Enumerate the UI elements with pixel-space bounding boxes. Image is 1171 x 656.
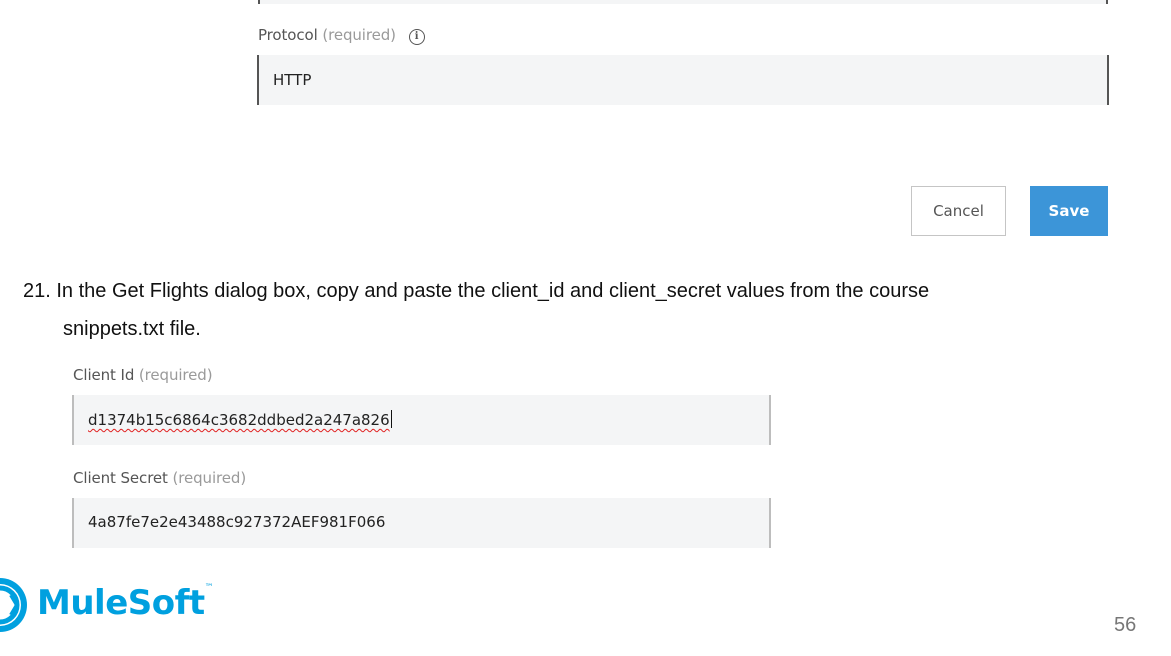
client-secret-input-value: 4a87fe7e2e43488c927372AEF981F066 [88, 513, 386, 531]
protocol-label-text: Protocol [258, 26, 318, 44]
info-icon[interactable]: i [408, 29, 425, 45]
instruction-line-1: 21. In the Get Flights dialog box, copy … [23, 272, 1143, 310]
protocol-input-value: HTTP [273, 71, 312, 89]
client-secret-input[interactable]: 4a87fe7e2e43488c927372AEF981F066 [72, 498, 771, 548]
client-secret-label-text: Client Secret [73, 469, 168, 487]
logo-wordmark: MuleSoft [37, 583, 205, 623]
cancel-button[interactable]: Cancel [911, 186, 1006, 236]
logo-trademark: ™ [204, 583, 214, 593]
client-id-input-content: d1374b15c6864c3682ddbed2a247a826 [88, 410, 392, 429]
protocol-required-hint: (required) [322, 26, 396, 44]
save-button[interactable]: Save [1030, 186, 1108, 236]
instruction-text-1: In the Get Flights dialog box, copy and … [56, 280, 930, 302]
page-number: 56 [1114, 614, 1137, 636]
client-id-required-hint: (required) [138, 366, 213, 384]
protocol-input[interactable]: HTTP [257, 55, 1109, 105]
client-id-input-value: d1374b15c6864c3682ddbed2a247a826 [88, 411, 390, 429]
instruction-text-2: snippets.txt file. [63, 318, 201, 340]
client-id-label: Client Id (required) [73, 366, 213, 384]
client-id-input[interactable]: d1374b15c6864c3682ddbed2a247a826 [72, 395, 771, 445]
instruction-step: 21. In the Get Flights dialog box, copy … [23, 272, 1143, 348]
client-secret-label: Client Secret (required) [73, 469, 246, 487]
mulesoft-logo-icon [0, 578, 27, 632]
client-id-label-text: Client Id [73, 366, 135, 384]
previous-field-remnant [258, 0, 1108, 4]
client-secret-required-hint: (required) [172, 469, 247, 487]
step-number: 21. [23, 280, 51, 302]
text-caret [390, 410, 392, 428]
logo-text: MuleSoft™ [37, 583, 214, 623]
protocol-label: Protocol (required) i [258, 26, 425, 45]
